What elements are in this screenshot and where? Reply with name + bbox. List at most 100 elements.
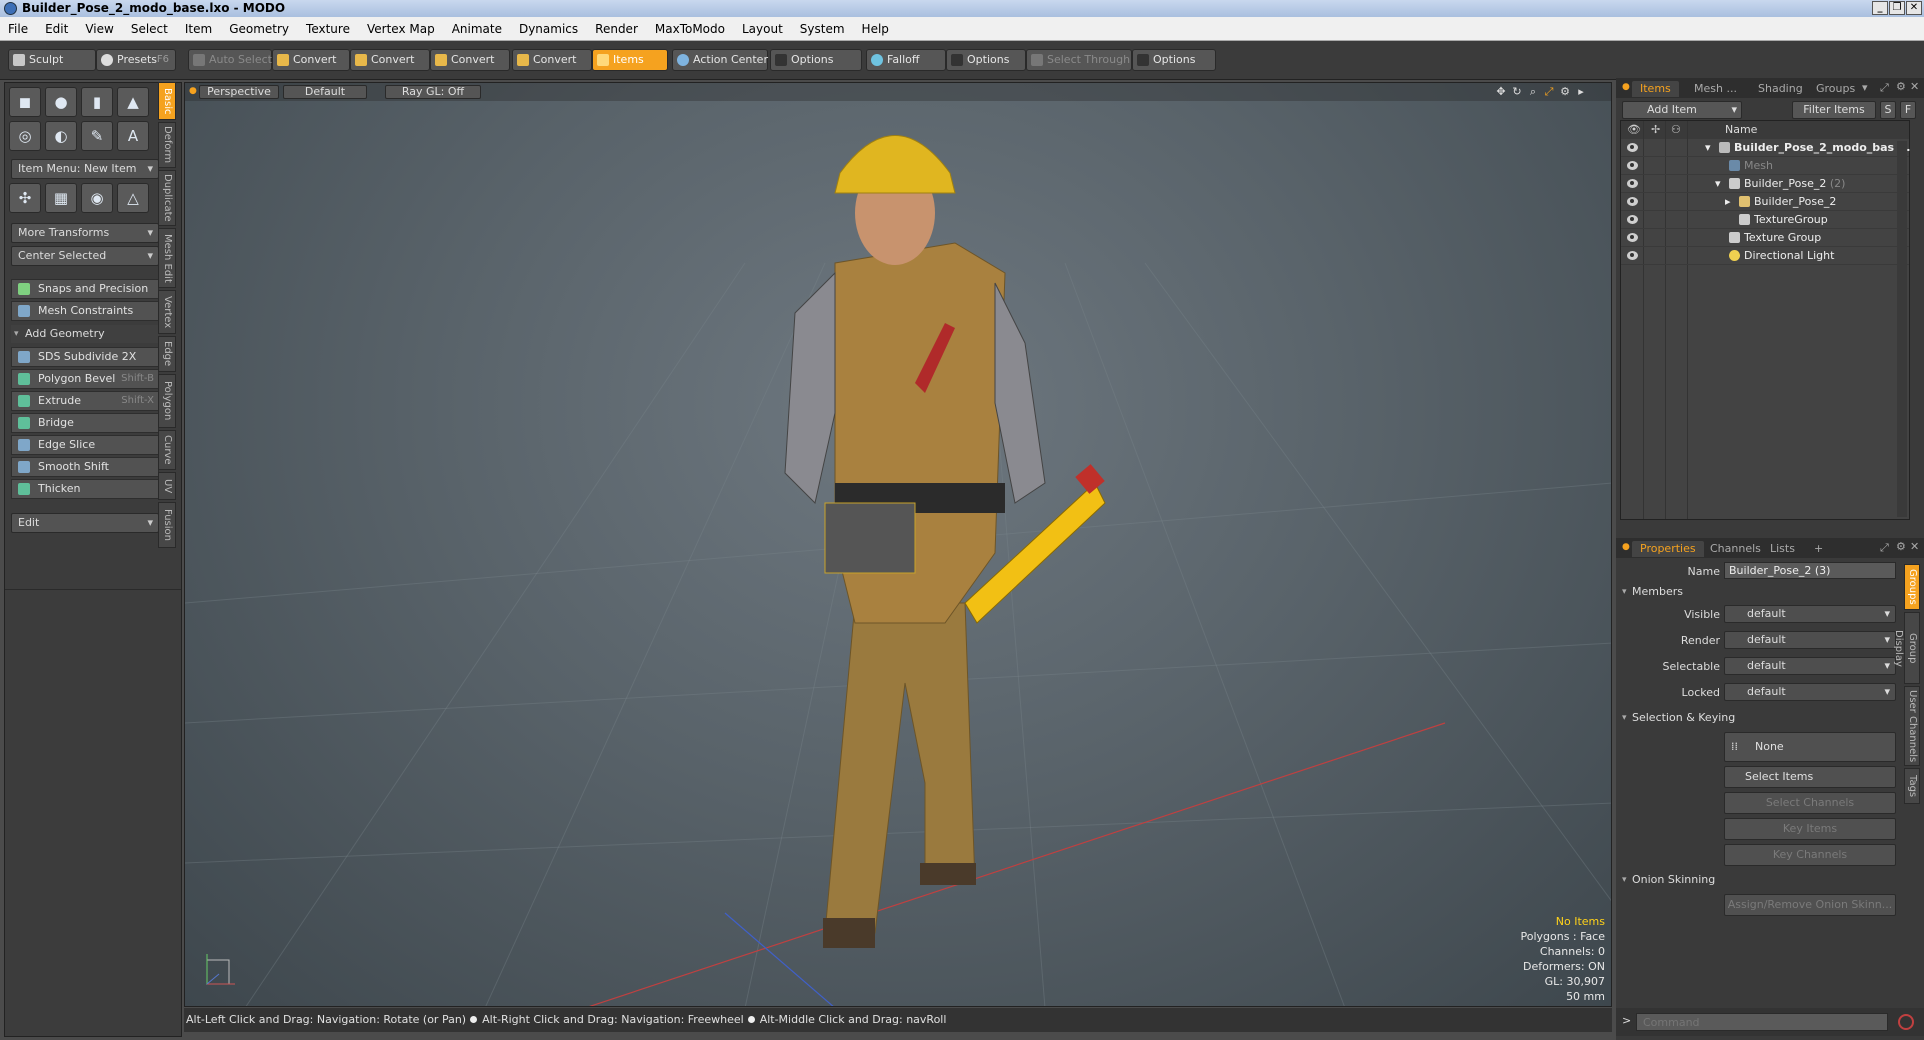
- select-through-button[interactable]: Select Through: [1026, 49, 1132, 71]
- snaps-precision-button[interactable]: Snaps and Precision: [11, 279, 159, 299]
- tab-curve[interactable]: Curve: [158, 430, 176, 470]
- eye-icon[interactable]: [1627, 197, 1638, 206]
- torus-icon[interactable]: ◎: [9, 121, 41, 151]
- select-channels-button[interactable]: Select Channels: [1724, 792, 1896, 814]
- panel-settings-icon[interactable]: ⚙: [1896, 80, 1906, 93]
- menu-item[interactable]: Item: [185, 22, 212, 36]
- panel-settings-icon[interactable]: ⚙: [1896, 540, 1906, 553]
- panel-menu-icon[interactable]: ●: [1622, 542, 1630, 552]
- select-through-options-button[interactable]: Options: [1132, 49, 1216, 71]
- visible-dropdown[interactable]: default: [1724, 605, 1896, 623]
- item-row-directional-light[interactable]: Directional Light: [1621, 247, 1909, 265]
- items-mode-button[interactable]: Items: [592, 49, 668, 71]
- onion-skinning-section[interactable]: Onion Skinning: [1620, 872, 1910, 888]
- add-tab-button[interactable]: +: [1806, 541, 1831, 557]
- menu-view[interactable]: View: [85, 22, 113, 36]
- expand-arrow-icon[interactable]: ▾: [1715, 175, 1721, 193]
- more-transforms-dropdown[interactable]: More Transforms: [11, 223, 159, 243]
- name-column-header[interactable]: Name: [1725, 121, 1757, 139]
- panel-close-icon[interactable]: ✕: [1910, 80, 1919, 93]
- record-icon[interactable]: [1898, 1014, 1914, 1030]
- panel-close-icon[interactable]: ✕: [1910, 540, 1919, 553]
- cylinder-icon[interactable]: ▮: [81, 87, 113, 117]
- convert-polygons-button[interactable]: Convert: [430, 49, 510, 71]
- name-field[interactable]: Builder_Pose_2 (3): [1724, 562, 1896, 579]
- tab-group-display[interactable]: Group Display: [1893, 612, 1920, 684]
- falloff-button[interactable]: Falloff: [866, 49, 946, 71]
- add-geometry-section[interactable]: Add Geometry: [11, 325, 159, 343]
- tab-groups[interactable]: Groups: [1808, 81, 1863, 97]
- falloff-options-button[interactable]: Options: [946, 49, 1026, 71]
- tab-lists[interactable]: Lists: [1762, 541, 1803, 557]
- render-dropdown[interactable]: default: [1724, 631, 1896, 649]
- eye-icon[interactable]: [1627, 161, 1638, 170]
- tab-basic[interactable]: Basic: [158, 82, 176, 120]
- keying-mode-none-button[interactable]: ⁞⁞ None: [1724, 732, 1896, 762]
- search-toggle-button[interactable]: S: [1880, 101, 1896, 119]
- smooth-shift-button[interactable]: Smooth Shift: [11, 457, 159, 477]
- menu-edit[interactable]: Edit: [45, 22, 68, 36]
- mesh-constraints-button[interactable]: Mesh Constraints: [11, 301, 159, 321]
- assign-onion-skin-button[interactable]: Assign/Remove Onion Skinn...: [1724, 894, 1896, 916]
- bridge-button[interactable]: Bridge: [11, 413, 159, 433]
- fit-icon[interactable]: ⤢: [1543, 86, 1555, 98]
- menu-file[interactable]: File: [8, 22, 28, 36]
- tab-tags[interactable]: Tags: [1904, 768, 1920, 804]
- tab-duplicate[interactable]: Duplicate: [158, 170, 176, 226]
- selectable-dropdown[interactable]: default: [1724, 657, 1896, 675]
- lock-column-icon[interactable]: ✢: [1651, 121, 1660, 139]
- sculpt-button[interactable]: Sculpt: [8, 49, 96, 71]
- menu-layout[interactable]: Layout: [742, 22, 783, 36]
- tab-shading[interactable]: Shading: [1750, 81, 1811, 97]
- item-list[interactable]: 👁 ✢ ⚇ Name ▾ Builder_Pose_2_modo_bas ... …: [1620, 120, 1910, 520]
- expand-arrow-icon[interactable]: ▾: [1705, 139, 1711, 157]
- eye-icon[interactable]: [1627, 143, 1638, 152]
- item-menu-dropdown[interactable]: Item Menu: New Item: [11, 159, 159, 179]
- tab-uv[interactable]: UV: [158, 472, 176, 500]
- command-input[interactable]: [1636, 1013, 1888, 1031]
- panel-menu-icon[interactable]: ●: [1622, 82, 1630, 92]
- menu-select[interactable]: Select: [131, 22, 168, 36]
- extrude-button[interactable]: Extrude Shift-X: [11, 391, 159, 411]
- eye-icon[interactable]: [1627, 179, 1638, 188]
- eye-icon[interactable]: [1627, 233, 1638, 242]
- item-row-scene[interactable]: ▾ Builder_Pose_2_modo_bas ...: [1621, 139, 1910, 157]
- item-row-builder-skeleton[interactable]: ▸ Builder_Pose_2: [1621, 193, 1909, 211]
- scale-icon[interactable]: △: [117, 183, 149, 213]
- menu-animate[interactable]: Animate: [452, 22, 502, 36]
- edit-dropdown[interactable]: Edit: [11, 513, 159, 533]
- add-item-dropdown[interactable]: Add Item ▾: [1622, 101, 1742, 119]
- auto-select-button[interactable]: Auto Select: [188, 49, 272, 71]
- item-list-scrollbar[interactable]: [1897, 141, 1907, 517]
- pen-icon[interactable]: ✎: [81, 121, 113, 151]
- tab-fusion[interactable]: Fusion: [158, 502, 176, 548]
- action-center-options-button[interactable]: Options: [770, 49, 862, 71]
- transform-icon[interactable]: ✣: [9, 183, 41, 213]
- eye-icon[interactable]: [1627, 251, 1638, 260]
- menu-vertex-map[interactable]: Vertex Map: [367, 22, 435, 36]
- 3d-viewport[interactable]: ● Perspective Default Ray GL: Off ✥ ↻ ⌕ …: [184, 82, 1612, 1007]
- sphere-icon[interactable]: ●: [45, 87, 77, 117]
- menu-texture[interactable]: Texture: [306, 22, 350, 36]
- tab-vertex[interactable]: Vertex: [158, 290, 176, 334]
- maximize-button[interactable]: ❐: [1889, 1, 1905, 15]
- key-items-button[interactable]: Key Items: [1724, 818, 1896, 840]
- menu-maxtomodo[interactable]: MaxToModo: [655, 22, 725, 36]
- item-row-mesh[interactable]: Mesh: [1621, 157, 1909, 175]
- render-column-icon[interactable]: ⚇: [1671, 121, 1681, 139]
- cube-icon[interactable]: ◼: [9, 87, 41, 117]
- filter-items-button[interactable]: Filter Items: [1792, 101, 1876, 119]
- grid-icon[interactable]: ▦: [45, 183, 77, 213]
- center-selected-dropdown[interactable]: Center Selected: [11, 246, 159, 266]
- members-section[interactable]: Members: [1620, 584, 1910, 600]
- menu-dynamics[interactable]: Dynamics: [519, 22, 578, 36]
- tab-properties[interactable]: Properties: [1632, 541, 1704, 557]
- cone-icon[interactable]: ▲: [117, 87, 149, 117]
- viewport-menu-icon[interactable]: ●: [189, 86, 197, 96]
- globe-icon[interactable]: ◉: [81, 183, 113, 213]
- expand-arrow-icon[interactable]: ▸: [1725, 193, 1731, 211]
- capsule-icon[interactable]: ◐: [45, 121, 77, 151]
- close-button[interactable]: ✕: [1906, 1, 1922, 15]
- visibility-column-icon[interactable]: 👁: [1627, 121, 1641, 139]
- expand-panel-icon[interactable]: ⤢: [1880, 541, 1889, 555]
